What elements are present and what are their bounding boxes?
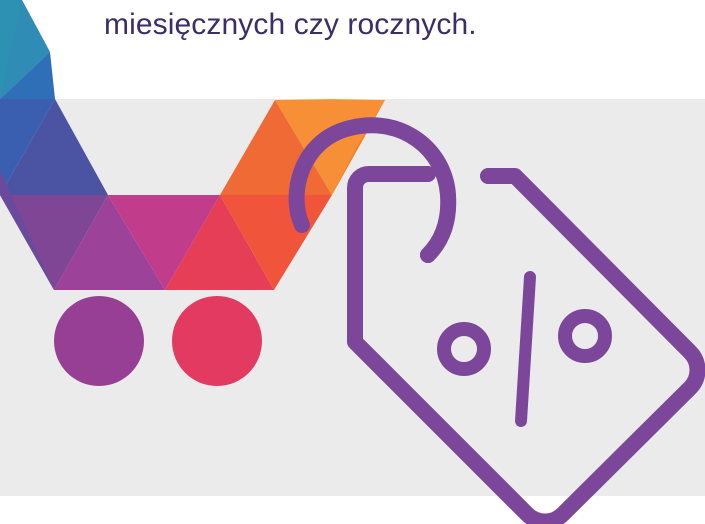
percent-icon xyxy=(437,271,612,427)
promo-illustration-section: miesięcznych czy rocznych. xyxy=(0,0,705,524)
cart-wheel-right xyxy=(172,296,262,386)
illustration xyxy=(0,0,705,524)
cart-wheel-left xyxy=(54,296,144,386)
price-tag-icon xyxy=(288,117,705,524)
